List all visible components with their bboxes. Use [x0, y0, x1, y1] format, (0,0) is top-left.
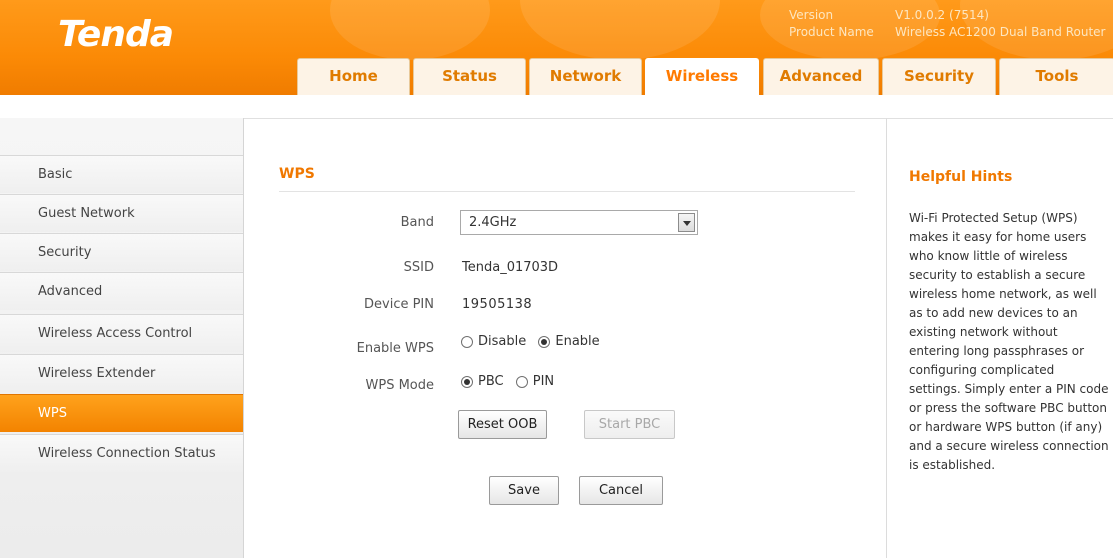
- ssid-value: Tenda_01703D: [462, 260, 559, 275]
- enable-wps-disable-label[interactable]: Disable: [478, 334, 526, 349]
- sidebar-item-wireless-extender[interactable]: Wireless Extender: [0, 354, 243, 392]
- ssid-label: SSID: [403, 260, 434, 275]
- product-name-value: Wireless AC1200 Dual Band Router: [895, 25, 1106, 39]
- save-button[interactable]: Save: [489, 476, 559, 505]
- header-bar: Tenda Version V1.0.0.2 (7514) Product Nam…: [0, 0, 1113, 95]
- tab-wireless[interactable]: Wireless: [645, 58, 759, 95]
- sidebar-item-advanced[interactable]: Advanced: [0, 272, 243, 310]
- wps-mode-pin-radio[interactable]: [515, 375, 528, 388]
- device-pin-value: 19505138: [462, 297, 533, 312]
- header-decoration: [330, 0, 490, 60]
- sidebar: Basic Guest Network Security Advanced Wi…: [0, 118, 244, 558]
- band-select[interactable]: 2.4GHz: [460, 210, 698, 235]
- main-panel: WPS Band 2.4GHz SSID Tenda_01703D Device…: [244, 118, 886, 558]
- tab-tools[interactable]: Tools: [999, 58, 1113, 95]
- device-info: Version V1.0.0.2 (7514) Product Name Wirel…: [789, 7, 1106, 41]
- start-pbc-button[interactable]: Start PBC: [584, 410, 675, 439]
- version-label: Version: [789, 8, 834, 22]
- band-label: Band: [400, 215, 434, 230]
- tab-home[interactable]: Home: [297, 58, 410, 95]
- enable-wps-radio-group: Disable Enable: [461, 334, 608, 349]
- sidebar-item-security[interactable]: Security: [0, 233, 243, 271]
- tab-security[interactable]: Security: [882, 58, 996, 95]
- sidebar-item-wireless-access-control[interactable]: Wireless Access Control: [0, 314, 243, 352]
- chevron-down-icon[interactable]: [678, 213, 695, 232]
- cancel-button[interactable]: Cancel: [579, 476, 663, 505]
- tab-status[interactable]: Status: [413, 58, 526, 95]
- sidebar-item-basic[interactable]: Basic: [0, 155, 243, 193]
- tab-advanced[interactable]: Advanced: [763, 58, 879, 95]
- wps-mode-pbc-label[interactable]: PBC: [478, 374, 504, 389]
- hints-title: Helpful Hints: [909, 169, 1013, 185]
- tenda-logo[interactable]: Tenda: [58, 14, 174, 55]
- enable-wps-label: Enable WPS: [356, 341, 434, 356]
- hints-text: Wi-Fi Protected Setup (WPS) makes it eas…: [909, 211, 1109, 472]
- wps-mode-label: WPS Mode: [365, 378, 435, 393]
- device-pin-label: Device PIN: [364, 297, 434, 312]
- title-divider: [279, 191, 855, 192]
- wps-mode-radio-group: PBC PIN: [461, 374, 562, 389]
- page-title: WPS: [279, 166, 315, 182]
- enable-wps-enable-label[interactable]: Enable: [555, 334, 599, 349]
- tab-network[interactable]: Network: [529, 58, 642, 95]
- version-value: V1.0.0.2 (7514): [895, 8, 989, 22]
- wps-mode-pbc-radio[interactable]: [461, 375, 473, 388]
- helpful-hints-panel: Helpful Hints Wi-Fi Protected Setup (WPS…: [886, 118, 1113, 558]
- header-decoration: [520, 0, 720, 60]
- sidebar-item-guest-network[interactable]: Guest Network: [0, 194, 243, 232]
- enable-wps-disable-radio[interactable]: [461, 335, 473, 348]
- reset-oob-button[interactable]: Reset OOB: [458, 410, 547, 439]
- enable-wps-enable-radio[interactable]: [538, 335, 551, 348]
- band-selected-value: 2.4GHz: [469, 215, 517, 230]
- product-name-label: Product Name: [789, 25, 874, 39]
- sidebar-item-wps[interactable]: WPS: [0, 394, 243, 432]
- sidebar-item-wireless-connection-status[interactable]: Wireless Connection Status: [0, 434, 243, 472]
- wps-mode-pin-label[interactable]: PIN: [533, 374, 554, 389]
